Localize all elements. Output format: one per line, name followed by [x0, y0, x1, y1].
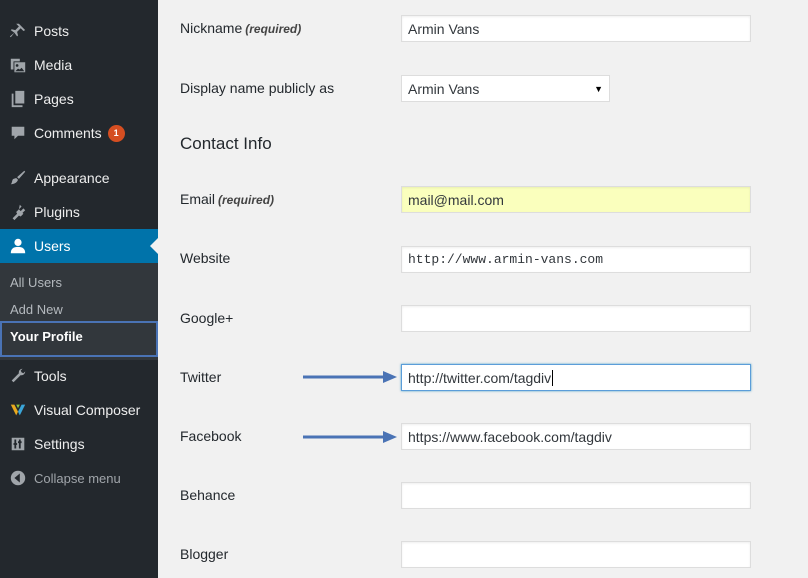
- sidebar-item-label: Tools: [34, 368, 67, 384]
- comment-count-badge: 1: [107, 124, 125, 142]
- email-field[interactable]: mail@mail.com: [401, 186, 751, 213]
- twitter-field[interactable]: http://twitter.com/tagdiv: [401, 364, 751, 391]
- nickname-field[interactable]: Armin Vans: [401, 15, 751, 42]
- submenu-all-users[interactable]: All Users: [10, 275, 62, 290]
- sidebar-item-label: Users: [34, 238, 71, 254]
- submenu-add-new[interactable]: Add New: [10, 302, 63, 317]
- sidebar-item-appearance[interactable]: Appearance: [0, 161, 158, 195]
- collapse-menu-button[interactable]: Collapse menu: [0, 461, 158, 495]
- sidebar-item-comments[interactable]: Comments 1: [0, 116, 158, 150]
- google-plus-field[interactable]: [401, 305, 751, 332]
- collapse-arrow-icon: [0, 461, 34, 495]
- display-name-value: Armin Vans: [408, 80, 480, 97]
- sidebar-item-label: Comments: [34, 125, 102, 141]
- comment-icon: [0, 116, 34, 150]
- sidebar-item-label: Plugins: [34, 204, 80, 220]
- pages-icon: [0, 82, 34, 116]
- twitter-label: Twitter: [180, 369, 222, 385]
- sidebar-item-label: Settings: [34, 436, 85, 452]
- sidebar-item-label: Pages: [34, 91, 74, 107]
- behance-label: Behance: [180, 487, 236, 503]
- display-name-select[interactable]: Armin Vans ▼: [401, 75, 610, 102]
- pin-icon: [0, 14, 34, 48]
- admin-sidebar: Posts Media Pages Comments 1 Appearance …: [0, 0, 158, 578]
- sidebar-item-media[interactable]: Media: [0, 48, 158, 82]
- nickname-label: Nickname (required): [180, 20, 302, 36]
- visual-composer-icon: [0, 393, 34, 427]
- wrench-icon: [0, 359, 34, 393]
- sidebar-item-label: Appearance: [34, 170, 110, 186]
- profile-form: Nickname (required) Armin Vans Display na…: [158, 0, 808, 578]
- plugin-icon: [0, 195, 34, 229]
- your-profile-highlight: [0, 321, 158, 357]
- user-icon: [0, 229, 34, 263]
- required-note: (required): [218, 193, 275, 207]
- twitter-value: http://twitter.com/tagdiv: [408, 369, 552, 386]
- annotation-arrow-twitter: [303, 371, 397, 383]
- behance-field[interactable]: [401, 482, 751, 509]
- annotation-arrow-facebook: [303, 431, 397, 443]
- text-cursor: [552, 369, 554, 386]
- facebook-label: Facebook: [180, 428, 242, 444]
- contact-info-heading: Contact Info: [180, 134, 272, 153]
- sidebar-item-plugins[interactable]: Plugins: [0, 195, 158, 229]
- sidebar-item-label: Posts: [34, 23, 70, 39]
- sidebar-item-posts[interactable]: Posts: [0, 14, 158, 48]
- required-note: (required): [245, 22, 302, 36]
- sidebar-item-pages[interactable]: Pages: [0, 82, 158, 116]
- sidebar-item-users[interactable]: Users: [0, 229, 158, 263]
- sidebar-item-label: Media: [34, 57, 73, 73]
- google-plus-label: Google+: [180, 310, 234, 326]
- sidebar-item-tools[interactable]: Tools: [0, 359, 158, 393]
- dropdown-arrow-icon: ▼: [594, 83, 603, 94]
- blogger-label: Blogger: [180, 546, 229, 562]
- sidebar-item-settings[interactable]: Settings: [0, 427, 158, 461]
- settings-icon: [0, 427, 34, 461]
- display-name-label: Display name publicly as: [180, 80, 335, 96]
- website-field[interactable]: http://www.armin-vans.com: [401, 246, 751, 273]
- media-icon: [0, 48, 34, 82]
- facebook-field[interactable]: https://www.facebook.com/tagdiv: [401, 423, 751, 450]
- collapse-menu-label: Collapse menu: [34, 470, 121, 486]
- sidebar-item-visual-composer[interactable]: Visual Composer: [0, 393, 158, 427]
- blogger-field[interactable]: [401, 541, 751, 568]
- paintbrush-icon: [0, 161, 34, 195]
- email-label: Email (required): [180, 191, 275, 207]
- website-label: Website: [180, 250, 231, 266]
- sidebar-item-label: Visual Composer: [34, 402, 141, 418]
